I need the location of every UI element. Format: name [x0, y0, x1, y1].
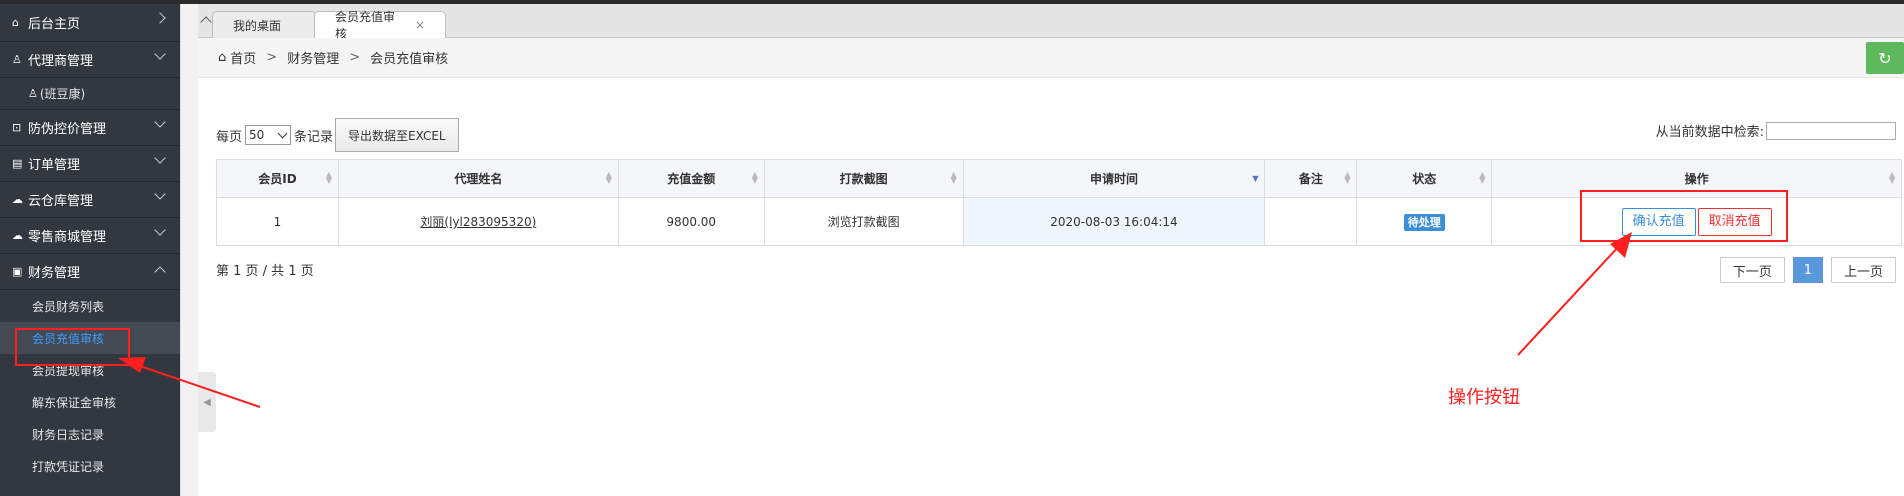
view-screenshot-link[interactable]: 浏览打款截图	[828, 215, 900, 229]
sidebar-subitem-member-finance[interactable]: 会员财务列表	[0, 290, 180, 322]
sort-icon: ▲ ▼	[605, 170, 612, 185]
cell-note	[1264, 197, 1358, 246]
search-input[interactable]	[1766, 121, 1896, 140]
close-icon[interactable]: ×	[415, 18, 425, 32]
column-header[interactable]: 充值金额 ▲ ▼	[617, 159, 765, 198]
pagination: 下一页 1 上一页	[1712, 257, 1896, 283]
breadcrumb-current: 会员充值审核	[370, 52, 449, 67]
sidebar-item-finance[interactable]: ▣ 财务管理	[0, 254, 180, 290]
sidebar-item-label: 云仓库管理	[28, 194, 94, 209]
search-area: 从当前数据中检索:	[1656, 121, 1896, 140]
cell-status: 待处理	[1356, 197, 1493, 246]
column-header[interactable]: 打款截图 ▲ ▼	[763, 159, 964, 198]
page-size-value: 50	[249, 128, 265, 142]
cloud-icon: ☁	[12, 193, 23, 206]
per-page-suffix: 条记录	[294, 129, 334, 145]
chevron-down-icon	[154, 116, 166, 128]
refresh-icon: ↻	[1878, 48, 1892, 68]
cell-time: 2020-08-03 16:04:14	[962, 197, 1266, 246]
sort-desc-icon: ▼	[1252, 174, 1259, 183]
sidebar-item-agents[interactable]: ♙ 代理商管理	[0, 42, 180, 78]
finance-icon: ▣	[12, 265, 23, 278]
sidebar-subitem-payment-proof[interactable]: 打款凭证记录	[0, 450, 180, 482]
current-page-button[interactable]: 1	[1792, 257, 1823, 283]
cell-member-id: 1	[216, 197, 339, 246]
sort-icon: ▲ ▼	[751, 170, 758, 185]
column-header[interactable]: 备注 ▲ ▼	[1264, 159, 1358, 198]
order-icon: ▤	[12, 157, 23, 170]
export-excel-button[interactable]: 导出数据至EXCEL	[335, 118, 459, 152]
sort-icon: ▲ ▼	[1344, 170, 1351, 185]
chevron-down-icon	[154, 224, 166, 236]
annotation-box-sidebar	[15, 328, 130, 366]
chevron-down-icon	[154, 188, 166, 200]
breadcrumb: ⌂ 首页 > 财务管理 > 会员充值审核 ↻	[198, 38, 1904, 78]
sidebar-item-label: (班豆康)	[39, 87, 86, 101]
sidebar-item-home[interactable]: ⌂ 后台主页	[0, 4, 180, 42]
column-header[interactable]: 会员ID ▲ ▼	[216, 159, 339, 198]
table-toolbar: 每页 50 条记录 导出数据至EXCEL	[216, 118, 459, 152]
next-page-button[interactable]: 下一页	[1719, 257, 1785, 283]
tab-scroll-icon[interactable]	[200, 16, 212, 28]
agent-name-link[interactable]: 刘丽(lyl283095320)	[420, 215, 536, 229]
sidebar-item-cloud-warehouse[interactable]: ☁ 云仓库管理	[0, 182, 180, 218]
sidebar-item-orders[interactable]: ▤ 订单管理	[0, 146, 180, 182]
cloud-icon: ☁	[12, 229, 23, 242]
tab-bar: 我的桌面 会员充值审核 ×	[198, 4, 1904, 41]
sidebar-subitem-deposit-review[interactable]: 解东保证金审核	[0, 386, 180, 418]
column-header[interactable]: 状态 ▲ ▼	[1356, 159, 1493, 198]
page-info: 第 1 页 / 共 1 页	[216, 264, 314, 279]
annotation-box-actions	[1580, 190, 1788, 242]
export-label: 导出数据至EXCEL	[348, 128, 446, 143]
home-icon: ⌂	[218, 50, 227, 65]
column-header[interactable]: 申请时间 ▼	[962, 159, 1266, 198]
cell-amount: 9800.00	[617, 197, 765, 246]
user-icon: ♙	[12, 53, 22, 66]
breadcrumb-separator: >	[349, 50, 361, 65]
tab-recharge-review[interactable]: 会员充值审核 ×	[314, 10, 446, 41]
sidebar-item-label: 订单管理	[28, 158, 81, 173]
sidebar-item-anticounterfeit[interactable]: ⊡ 防伪控价管理	[0, 110, 180, 146]
column-header[interactable]: 代理姓名 ▲ ▼	[337, 159, 619, 198]
sort-icon: ▲ ▼	[950, 170, 957, 185]
chevron-up-icon	[154, 266, 166, 278]
sidebar-subitem-finance-log[interactable]: 财务日志记录	[0, 418, 180, 450]
sort-icon: ▲ ▼	[1889, 170, 1896, 185]
sidebar-item-label: 财务管理	[28, 266, 81, 281]
tab-label: 会员充值审核	[335, 10, 396, 41]
chevron-down-icon	[154, 152, 166, 164]
sidebar-item-label: 代理商管理	[28, 54, 94, 69]
annotation-arrow-actions	[1517, 244, 1621, 356]
page-size-select[interactable]: 50	[245, 125, 292, 145]
breadcrumb-finance[interactable]: 财务管理	[287, 48, 339, 67]
home-icon: ⌂	[12, 16, 19, 29]
refresh-button[interactable]: ↻	[1866, 42, 1904, 74]
per-page-prefix: 每页	[216, 129, 243, 145]
search-label: 从当前数据中检索:	[1655, 125, 1764, 140]
tab-label: 我的桌面	[233, 18, 282, 33]
sidebar-item-retail-mall[interactable]: ☁ 零售商城管理	[0, 218, 180, 254]
sidebar-item-label: 防伪控价管理	[28, 122, 107, 137]
sort-icon: ▲ ▼	[325, 170, 333, 185]
chevron-down-icon	[154, 48, 166, 60]
annotation-label: 操作按钮	[1448, 387, 1520, 408]
status-badge: 待处理	[1403, 213, 1445, 231]
breadcrumb-home[interactable]: 首页	[230, 48, 256, 67]
sidebar-item-label: 后台主页	[28, 17, 81, 32]
caret-left-icon: ◀	[203, 396, 211, 408]
chevron-right-icon	[154, 12, 166, 24]
sidebar-gutter	[180, 4, 198, 496]
cell-agent-name: 刘丽(lyl283095320)	[337, 197, 619, 246]
tab-my-desktop[interactable]: 我的桌面	[212, 11, 316, 38]
sort-icon: ▲ ▼	[1479, 170, 1486, 185]
scan-icon: ⊡	[12, 121, 22, 134]
sidebar-collapse-handle[interactable]: ◀	[198, 372, 216, 432]
sidebar-subitem-agent[interactable]: ♙ (班豆康)	[0, 78, 180, 110]
user-icon: ♙	[28, 87, 38, 100]
prev-page-button[interactable]: 上一页	[1830, 257, 1896, 283]
sidebar: ⌂ 后台主页 ♙ 代理商管理 ♙ (班豆康) ⊡ 防伪控价管理 ▤ 订单管理 ☁…	[0, 4, 180, 496]
breadcrumb-separator: >	[266, 50, 278, 65]
cell-screenshot: 浏览打款截图	[763, 197, 964, 246]
sidebar-item-label: 零售商城管理	[28, 230, 107, 245]
